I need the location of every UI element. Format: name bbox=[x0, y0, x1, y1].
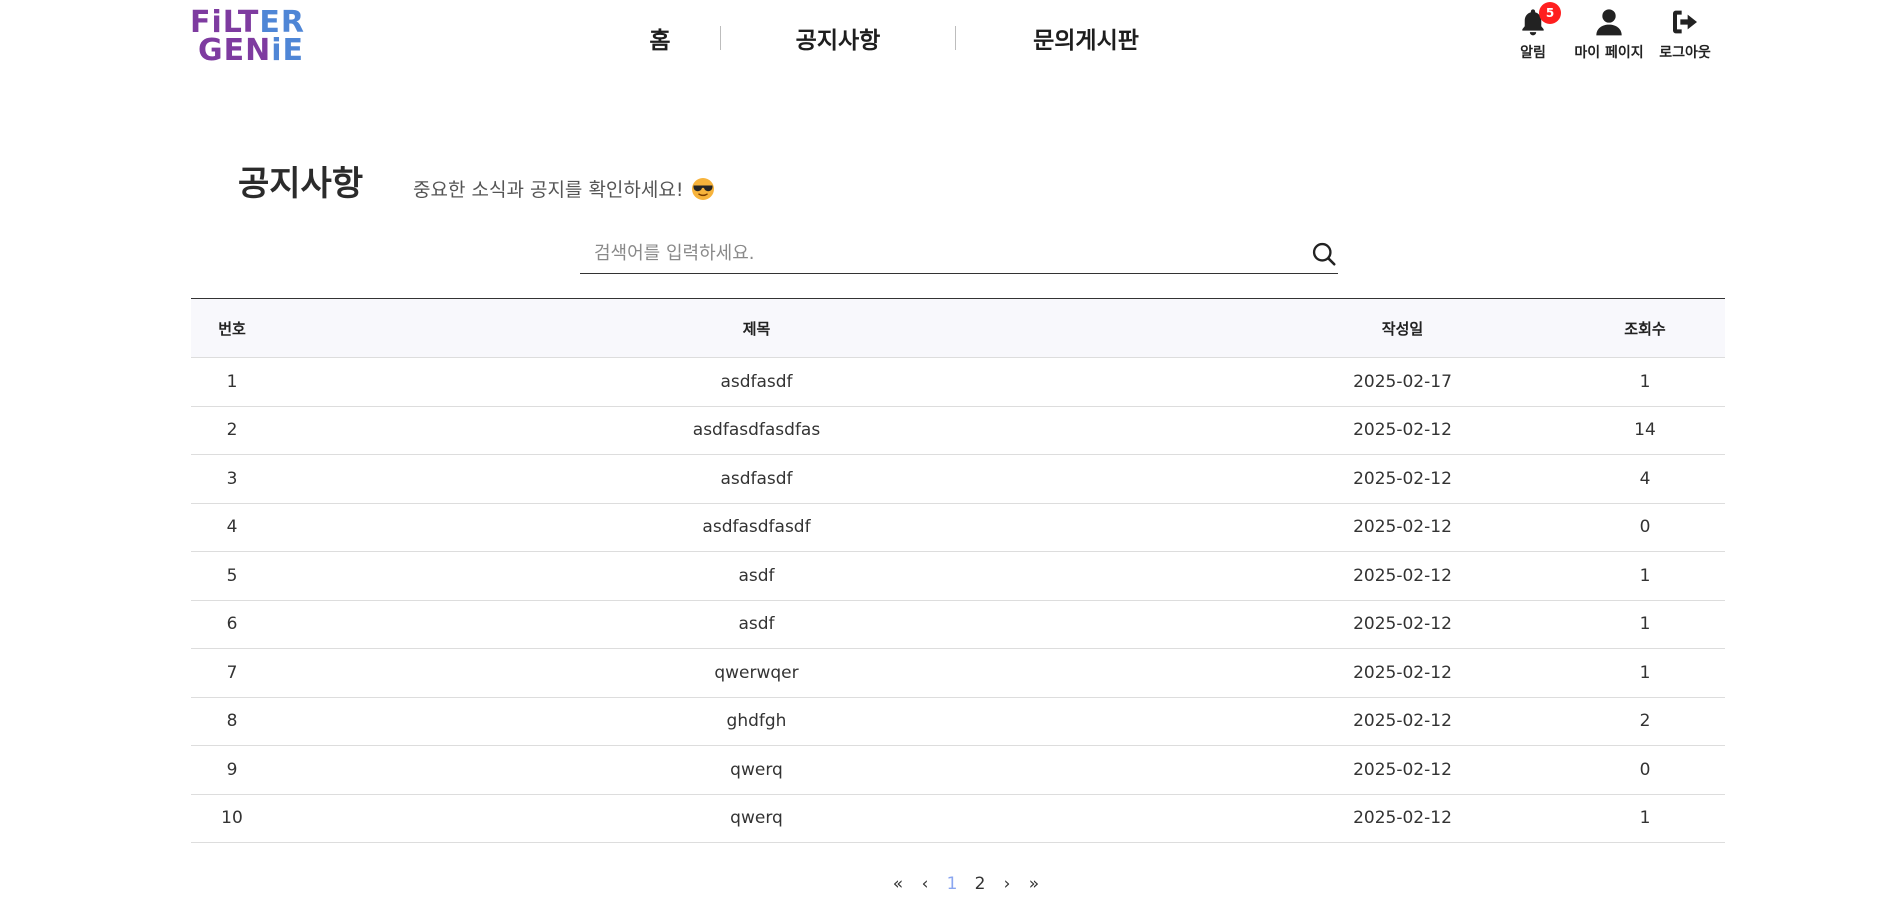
cell-no: 5 bbox=[191, 551, 273, 601]
cell-no: 6 bbox=[191, 600, 273, 649]
table-row[interactable]: 8 ghdfgh 2025-02-12 2 bbox=[191, 697, 1725, 746]
table-row[interactable]: 5 asdf 2025-02-12 1 bbox=[191, 551, 1725, 601]
cell-no: 4 bbox=[191, 503, 273, 552]
col-header-date: 작성일 bbox=[1240, 298, 1565, 358]
cell-date: 2025-02-12 bbox=[1240, 406, 1565, 455]
site-header: FiLTER GENiE 홈 공지사항 문의게시판 5 알림 마이 페이지 로그… bbox=[0, 0, 1892, 80]
cell-views: 1 bbox=[1565, 794, 1725, 843]
table-row[interactable]: 2 asdfasdfasdfas 2025-02-12 14 bbox=[191, 406, 1725, 455]
table-row[interactable]: 9 qwerq 2025-02-12 0 bbox=[191, 745, 1725, 795]
sunglasses-emoji-icon bbox=[692, 177, 715, 200]
cell-views: 2 bbox=[1565, 697, 1725, 746]
main-nav: 홈 공지사항 문의게시판 bbox=[600, 16, 1216, 60]
cell-views: 4 bbox=[1565, 454, 1725, 504]
logo-text-2b: iE bbox=[271, 33, 305, 68]
cell-title[interactable]: asdfasdf bbox=[273, 454, 1240, 504]
search-input[interactable] bbox=[594, 236, 1284, 270]
cell-views: 1 bbox=[1565, 648, 1725, 698]
cell-title[interactable]: asdfasdf bbox=[273, 357, 1240, 407]
table-row[interactable]: 10 qwerq 2025-02-12 1 bbox=[191, 794, 1725, 843]
col-header-views: 조회수 bbox=[1565, 298, 1725, 358]
pagination: « ‹ 1 2 › » bbox=[884, 874, 1048, 894]
nav-notice[interactable]: 공지사항 bbox=[721, 21, 955, 55]
cell-title[interactable]: qwerwqer bbox=[273, 648, 1240, 698]
cell-date: 2025-02-12 bbox=[1240, 697, 1565, 746]
nav-home[interactable]: 홈 bbox=[600, 21, 720, 55]
cell-no: 7 bbox=[191, 648, 273, 698]
mypage-label: 마이 페이지 bbox=[1574, 45, 1644, 61]
alarm-count-badge: 5 bbox=[1539, 2, 1561, 24]
cell-title[interactable]: asdfasdfasdf bbox=[273, 503, 1240, 552]
page-1-button[interactable]: 1 bbox=[938, 874, 966, 894]
col-header-no: 번호 bbox=[191, 298, 273, 358]
cell-views: 0 bbox=[1565, 503, 1725, 552]
cell-title[interactable]: qwerq bbox=[273, 794, 1240, 843]
cell-date: 2025-02-12 bbox=[1240, 745, 1565, 795]
last-page-button[interactable]: » bbox=[1020, 874, 1048, 894]
cell-views: 1 bbox=[1565, 357, 1725, 407]
logout-button[interactable]: 로그아웃 bbox=[1647, 6, 1723, 62]
cell-date: 2025-02-12 bbox=[1240, 648, 1565, 698]
notice-table-wrap: 번호 제목 작성일 조회수 1 asdfasdf 2025-02-17 1 2 … bbox=[191, 298, 1725, 843]
cell-date: 2025-02-12 bbox=[1240, 454, 1565, 504]
table-row[interactable]: 3 asdfasdf 2025-02-12 4 bbox=[191, 454, 1725, 504]
search-bar bbox=[580, 232, 1338, 274]
cell-no: 1 bbox=[191, 357, 273, 407]
cell-no: 3 bbox=[191, 454, 273, 504]
first-page-button[interactable]: « bbox=[884, 874, 912, 894]
page-2-button[interactable]: 2 bbox=[966, 874, 994, 894]
cell-title[interactable]: asdf bbox=[273, 600, 1240, 649]
cell-title[interactable]: ghdfgh bbox=[273, 697, 1240, 746]
cell-title[interactable]: asdf bbox=[273, 551, 1240, 601]
search-icon[interactable] bbox=[1310, 240, 1338, 268]
cell-views: 1 bbox=[1565, 551, 1725, 601]
alarm-button[interactable]: 5 알림 bbox=[1495, 2, 1571, 62]
cell-no: 2 bbox=[191, 406, 273, 455]
col-header-title: 제목 bbox=[273, 298, 1240, 358]
cell-no: 9 bbox=[191, 745, 273, 795]
table-row[interactable]: 7 qwerwqer 2025-02-12 1 bbox=[191, 648, 1725, 698]
prev-page-button[interactable]: ‹ bbox=[912, 874, 938, 894]
cell-date: 2025-02-12 bbox=[1240, 600, 1565, 649]
cell-title[interactable]: qwerq bbox=[273, 745, 1240, 795]
page-title: 공지사항 bbox=[238, 164, 364, 204]
table-row[interactable]: 4 asdfasdfasdf 2025-02-12 0 bbox=[191, 503, 1725, 552]
cell-views: 1 bbox=[1565, 600, 1725, 649]
nav-inquiry-board[interactable]: 문의게시판 bbox=[956, 21, 1216, 55]
logout-label: 로그아웃 bbox=[1659, 45, 1711, 61]
page-subtitle: 중요한 소식과 공지를 확인하세요! bbox=[413, 179, 684, 201]
cell-date: 2025-02-12 bbox=[1240, 794, 1565, 843]
logout-icon bbox=[1673, 10, 1697, 34]
notice-table: 번호 제목 작성일 조회수 1 asdfasdf 2025-02-17 1 2 … bbox=[191, 298, 1725, 843]
table-row[interactable]: 6 asdf 2025-02-12 1 bbox=[191, 600, 1725, 649]
alarm-label: 알림 bbox=[1520, 45, 1546, 61]
user-icon bbox=[1596, 9, 1622, 36]
cell-no: 8 bbox=[191, 697, 273, 746]
cell-title[interactable]: asdfasdfasdfas bbox=[273, 406, 1240, 455]
cell-views: 0 bbox=[1565, 745, 1725, 795]
mypage-button[interactable]: 마이 페이지 bbox=[1571, 6, 1647, 62]
cell-no: 10 bbox=[191, 794, 273, 843]
cell-date: 2025-02-12 bbox=[1240, 503, 1565, 552]
table-header-row: 번호 제목 작성일 조회수 bbox=[191, 298, 1725, 358]
user-actions: 5 알림 마이 페이지 로그아웃 bbox=[1495, 2, 1723, 62]
cell-date: 2025-02-17 bbox=[1240, 357, 1565, 407]
cell-date: 2025-02-12 bbox=[1240, 551, 1565, 601]
page-subtitle-wrap: 중요한 소식과 공지를 확인하세요! bbox=[413, 175, 715, 202]
cell-views: 14 bbox=[1565, 406, 1725, 455]
logo-text-2a: GEN bbox=[198, 33, 272, 68]
filter-genie-logo[interactable]: FiLTER GENiE bbox=[190, 8, 318, 69]
next-page-button[interactable]: › bbox=[994, 874, 1020, 894]
table-row[interactable]: 1 asdfasdf 2025-02-17 1 bbox=[191, 357, 1725, 407]
